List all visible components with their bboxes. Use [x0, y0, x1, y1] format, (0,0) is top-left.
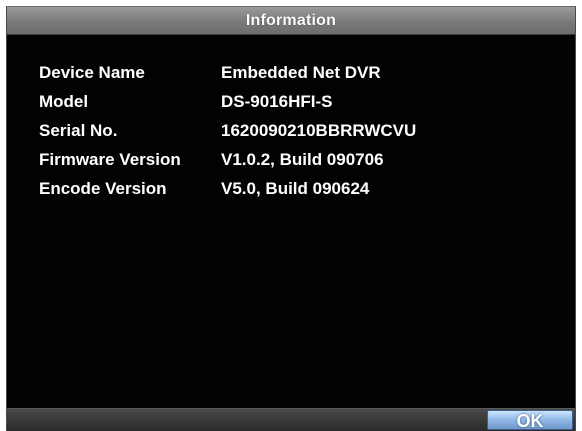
firmware-version-label: Firmware Version [39, 150, 181, 169]
device-name-label: Device Name [39, 63, 145, 82]
encode-version-value: V5.0, Build 090624 [221, 179, 370, 198]
encode-version-label: Encode Version [39, 179, 167, 198]
serial-no-label: Serial No. [39, 121, 118, 140]
model-value: DS-9016HFI-S [221, 92, 333, 111]
information-dialog: Information Device Name Embedded Net DVR… [6, 6, 576, 431]
ok-button[interactable]: OK [487, 410, 573, 431]
serial-no-value: 1620090210BBRRWCVU [221, 121, 417, 140]
dialog-footer: OK [7, 408, 575, 431]
firmware-version-value: V1.0.2, Build 090706 [221, 150, 384, 169]
device-name-value: Embedded Net DVR [221, 63, 381, 82]
dialog-titlebar: Information [7, 7, 575, 35]
dialog-title: Information [245, 12, 337, 29]
model-label: Model [39, 92, 89, 111]
